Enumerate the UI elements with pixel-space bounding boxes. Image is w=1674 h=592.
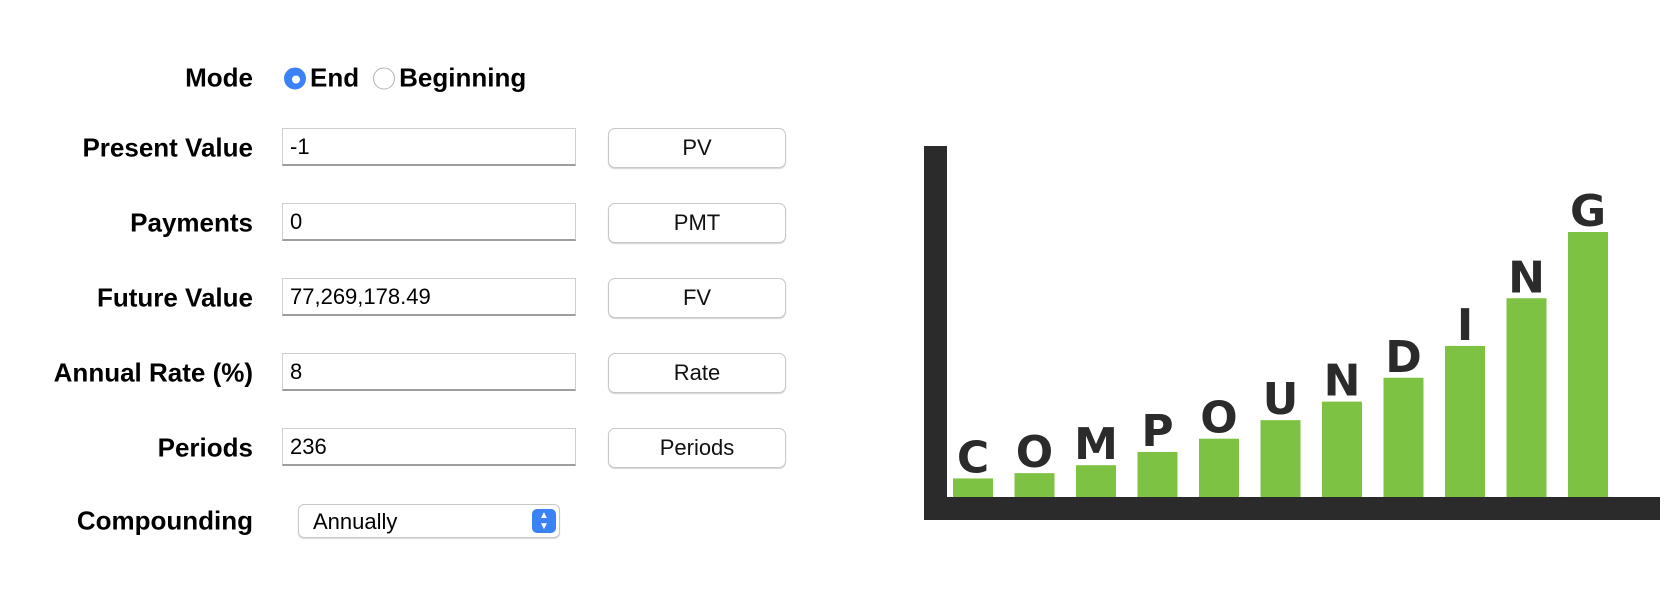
illustration-letter: P <box>1141 406 1173 457</box>
illustration-vertical-axis <box>924 146 947 520</box>
pmt-button[interactable]: PMT <box>608 203 786 243</box>
illustration-bar <box>1260 420 1301 497</box>
compounding-selected-value[interactable]: Annually <box>313 509 397 534</box>
pv-button[interactable]: PV <box>608 128 786 168</box>
periods-input[interactable] <box>282 428 576 466</box>
mode-end-radio[interactable]: End <box>284 63 359 94</box>
compounding-row: Compounding Annually ▲ ▼ <box>0 499 820 543</box>
fv-button[interactable]: FV <box>608 278 786 318</box>
illustration-bar <box>1383 377 1424 497</box>
payments-row: Payments PMT <box>0 201 820 245</box>
illustration-letter: C <box>957 432 989 483</box>
present-value-input[interactable] <box>282 128 576 166</box>
illustration-letter: O <box>1200 393 1237 444</box>
present-value-row: Present Value PV <box>0 126 820 170</box>
calculator-form: Mode End Beginning Present Value PV Paym… <box>0 0 820 592</box>
illustration-letter: I <box>1457 300 1473 351</box>
illustration-bar <box>1445 345 1485 497</box>
mode-radio-group: End Beginning <box>284 63 540 94</box>
mode-row: Mode End Beginning <box>0 56 820 100</box>
illustration-horizontal-axis <box>924 497 1660 520</box>
illustration-letter: G <box>1570 186 1606 237</box>
payments-label: Payments <box>130 207 253 238</box>
annual-rate-label: Annual Rate (%) <box>53 357 253 388</box>
periods-label: Periods <box>157 432 253 463</box>
compounding-select[interactable]: Annually ▲ ▼ <box>298 504 560 538</box>
payments-input[interactable] <box>282 203 576 241</box>
illustration-letter: D <box>1385 332 1422 383</box>
future-value-input[interactable] <box>282 278 576 316</box>
illustration-letter: U <box>1263 374 1299 425</box>
illustration-bar <box>1137 451 1178 497</box>
illustration-bars: C O M P O U N DING <box>953 186 1608 497</box>
rate-button[interactable]: Rate <box>608 353 786 393</box>
mode-end-label[interactable]: End <box>310 63 359 94</box>
compounding-illustration: C O M P O U N DING <box>924 146 1660 520</box>
present-value-label: Present Value <box>82 132 253 163</box>
radio-selected-icon[interactable] <box>284 67 306 89</box>
illustration-bar <box>1199 438 1239 497</box>
illustration-letter: M <box>1074 419 1118 470</box>
future-value-label: Future Value <box>96 282 253 313</box>
illustration-letter: N <box>1508 252 1545 303</box>
radio-unselected-icon[interactable] <box>373 67 396 89</box>
periods-button[interactable]: Periods <box>608 428 786 468</box>
annual-rate-input[interactable] <box>282 353 576 391</box>
illustration-letter: O <box>1016 427 1053 478</box>
illustration-bar <box>1506 298 1547 497</box>
illustration-bar <box>1322 401 1362 497</box>
compounding-label: Compounding <box>76 505 253 536</box>
mode-beginning-label[interactable]: Beginning <box>399 63 526 94</box>
periods-row: Periods Periods <box>0 426 820 470</box>
annual-rate-row: Annual Rate (%) Rate <box>0 351 820 395</box>
illustration-bar <box>1568 232 1608 497</box>
illustration-letter: N <box>1324 356 1361 407</box>
mode-label: Mode <box>185 62 253 93</box>
future-value-row: Future Value FV <box>0 276 820 320</box>
mode-beginning-radio[interactable]: Beginning <box>373 63 526 94</box>
chevron-updown-icon[interactable]: ▲ ▼ <box>532 509 556 533</box>
